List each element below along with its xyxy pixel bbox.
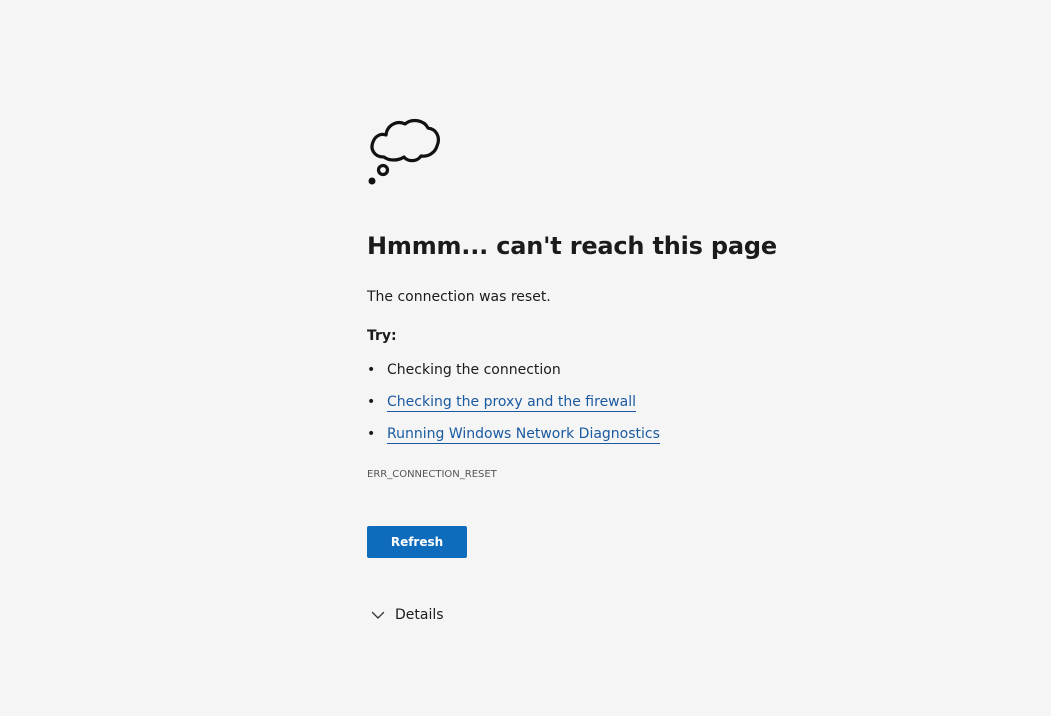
list-item: • Checking the proxy and the firewall xyxy=(367,394,660,426)
suggestion-check-connection: Checking the connection xyxy=(387,362,561,378)
thought-cloud-icon xyxy=(364,111,444,191)
page-title: Hmmm... can't reach this page xyxy=(367,232,777,260)
list-item: • Running Windows Network Diagnostics xyxy=(367,426,660,458)
try-heading: Try: xyxy=(367,328,397,344)
details-label: Details xyxy=(395,607,444,623)
error-message: The connection was reset. xyxy=(367,289,551,305)
chevron-down-icon xyxy=(367,604,389,626)
bullet: • xyxy=(367,394,376,410)
error-code: ERR_CONNECTION_RESET xyxy=(367,469,497,480)
network-diagnostics-link[interactable]: Running Windows Network Diagnostics xyxy=(387,426,660,444)
bullet: • xyxy=(367,426,376,442)
error-page: Hmmm... can't reach this page The connec… xyxy=(0,0,1051,716)
suggestion-list: • Checking the connection • Checking the… xyxy=(367,362,660,458)
details-toggle[interactable]: Details xyxy=(367,604,444,626)
check-proxy-firewall-link[interactable]: Checking the proxy and the firewall xyxy=(387,394,636,412)
bullet: • xyxy=(367,362,376,378)
refresh-button[interactable]: Refresh xyxy=(367,526,467,558)
list-item: • Checking the connection xyxy=(367,362,660,394)
